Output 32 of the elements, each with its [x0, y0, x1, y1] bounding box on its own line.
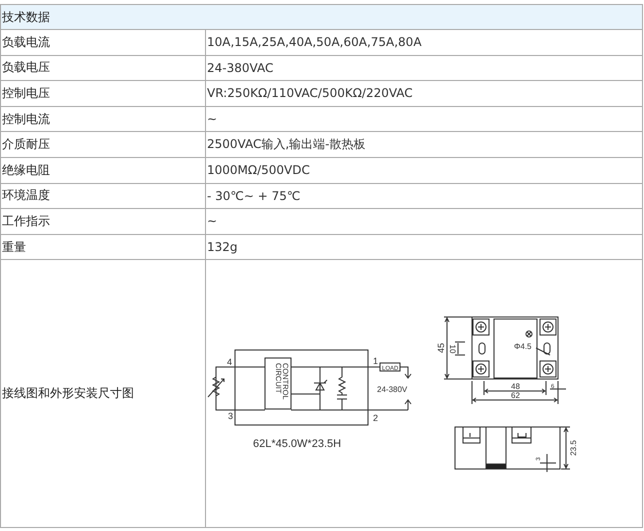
- spec-label: 控制电压: [2, 86, 50, 100]
- spec-value: ~: [207, 112, 218, 126]
- dimension-label: 23.5: [569, 440, 578, 456]
- voltage-label: 24-380V: [377, 385, 408, 394]
- spec-label: 绝缘电阻: [2, 162, 50, 177]
- spec-label: 接线图和外形安装尺寸图: [2, 386, 134, 400]
- spec-value: ~: [207, 214, 218, 228]
- dimension-label: Φ4.5: [514, 342, 532, 352]
- spec-label: 负载电流: [2, 34, 50, 49]
- pin-label: 3: [228, 411, 234, 422]
- dimension-label: 62: [511, 391, 520, 400]
- pin-label: 2: [373, 413, 378, 424]
- spec-value: 10A,15A,25A,40A,50A,60A,75A,80A: [207, 35, 422, 50]
- section-title: 技术数据: [2, 10, 50, 24]
- spec-label: 介质耐压: [2, 137, 50, 152]
- spec-label: 工作指示: [2, 214, 50, 228]
- pin-label: 4: [227, 357, 232, 368]
- spec-value: VR:250KΩ/110VAC/500KΩ/220VAC: [207, 86, 413, 100]
- spec-value: 24-380VAC: [207, 60, 274, 75]
- dimension-label: 45: [436, 343, 446, 354]
- spec-value: - 30℃~ + 75℃: [207, 188, 300, 203]
- spec-label: 重量: [2, 240, 26, 254]
- spec-value: 1000MΩ/500VDC: [207, 163, 310, 178]
- dimension-label: 48: [511, 382, 520, 392]
- dimensions-caption: 62L*45.0W*23.5H: [253, 438, 342, 450]
- spec-value: 2500VAC输入,输出端-散热板: [207, 137, 366, 152]
- spec-label: 负载电压: [2, 60, 50, 74]
- dimension-label: 10: [448, 344, 457, 354]
- spec-label: 环境温度: [2, 188, 50, 202]
- pin-label: 1: [373, 356, 378, 366]
- spec-value: 132g: [207, 240, 238, 254]
- spec-label: 控制电流: [2, 112, 50, 126]
